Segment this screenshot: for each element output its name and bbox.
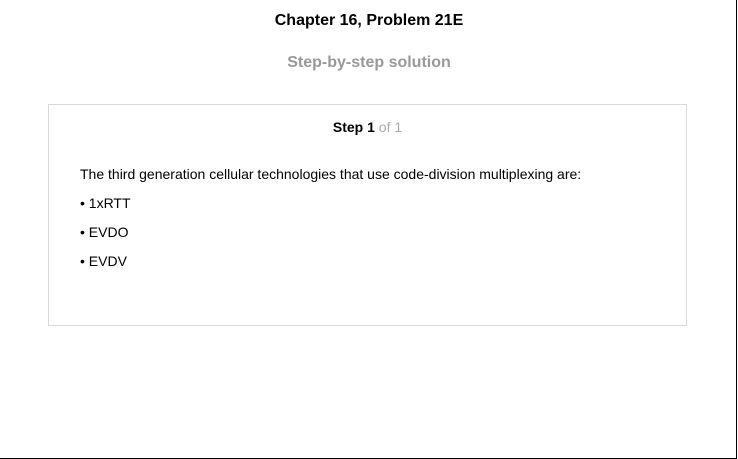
page-title: Chapter 16, Problem 21E — [274, 12, 464, 29]
list-item: • EVDO — [80, 224, 129, 240]
solution-subtitle: Step-by-step solution — [287, 54, 451, 71]
solution-intro-text: The third generation cellular technologi… — [80, 166, 582, 182]
solution-step-card: Step 1 of 1 The third generation cellula… — [48, 104, 687, 326]
step-total: of 1 — [378, 119, 403, 135]
step-content: The third generation cellular technologi… — [80, 165, 581, 270]
step-label: Step — [332, 119, 364, 135]
list-item: • 1xRTT — [80, 195, 131, 211]
step-number: 1 — [367, 119, 375, 135]
list-item: • EVDV — [80, 253, 127, 269]
step-header: Step 1 of 1 — [49, 118, 686, 136]
